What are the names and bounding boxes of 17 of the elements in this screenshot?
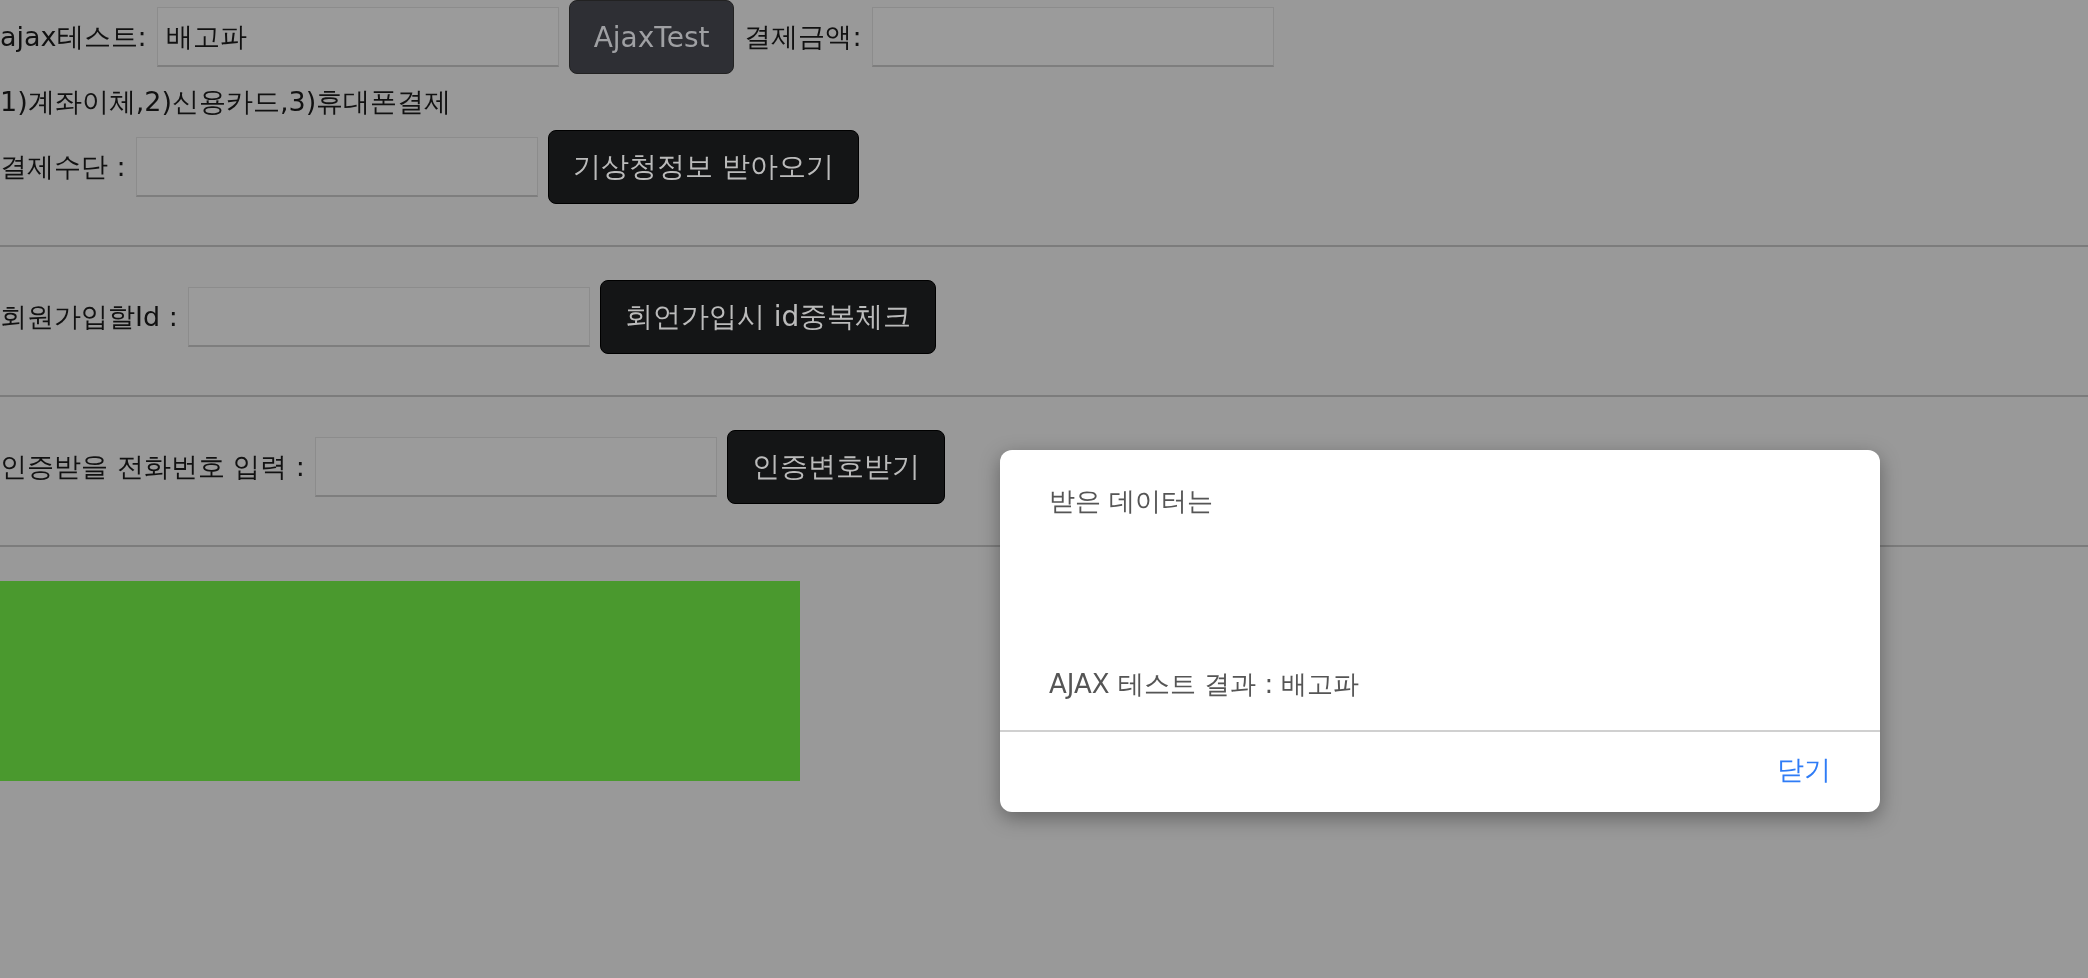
close-button[interactable]: 닫기: [1777, 752, 1831, 788]
field-label: 결제금액:: [744, 20, 862, 54]
text-field[interactable]: 배고파: [156, 7, 559, 67]
field-label: 인증받을 전화번호 입력 :: [0, 450, 305, 484]
field-label: 회원가입할Id :: [0, 300, 178, 334]
field-label: ajax테스트:: [0, 20, 147, 54]
action-button[interactable]: 회언가입시 id중복체크: [599, 280, 937, 354]
dialog-message: 받은 데이터는: [1049, 485, 1215, 518]
text-field[interactable]: [314, 437, 717, 497]
action-button[interactable]: 인증변호받기: [726, 430, 945, 504]
action-button[interactable]: 기상청정보 받아오기: [547, 130, 859, 204]
text-field[interactable]: [871, 7, 1274, 67]
text-field[interactable]: [187, 287, 590, 347]
text-field[interactable]: [135, 137, 538, 197]
dialog-message: AJAX 테스트 결과 : 배고파: [1049, 668, 1361, 701]
field-label: 결제수단 :: [0, 150, 126, 184]
field-label: 1)계좌이체,2)신용카드,3)휴대폰결제: [0, 85, 452, 119]
